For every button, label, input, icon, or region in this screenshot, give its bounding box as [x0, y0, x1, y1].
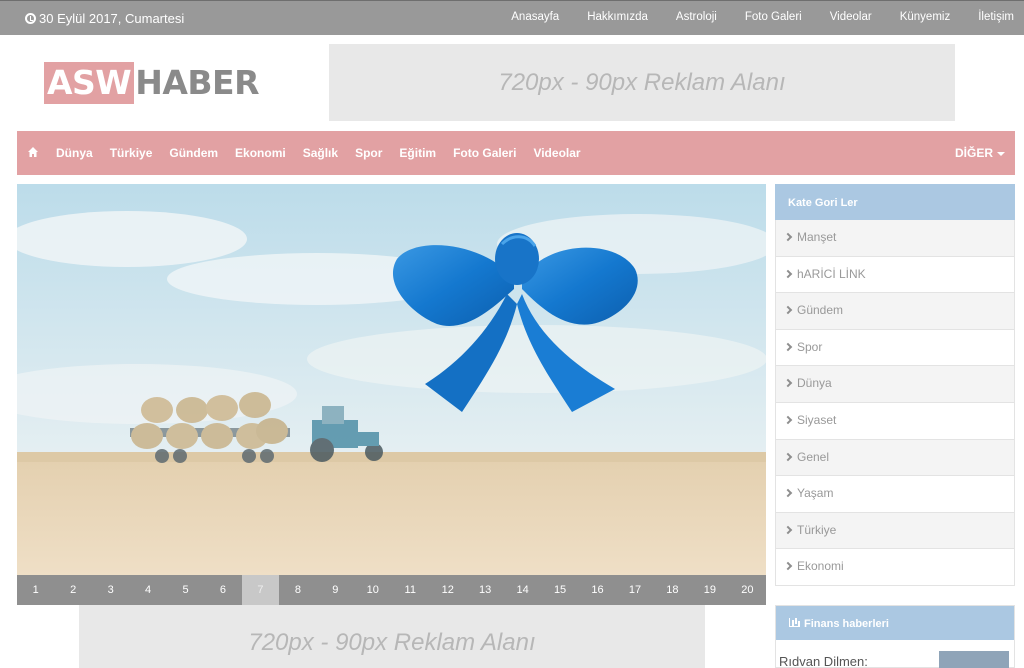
site-logo[interactable]: ASW HABER	[44, 62, 259, 104]
chevron-right-icon	[783, 452, 793, 461]
nav-ekonomi[interactable]: Ekonomi	[235, 146, 286, 160]
finance-news-panel: Finans haberleri Rıdvan Dilmen:	[775, 605, 1015, 668]
category-item[interactable]: Gündem	[775, 293, 1015, 330]
categories-panel: Kate Gori Ler Manşet hARİCİ LİNK Gündem …	[775, 184, 1015, 586]
main-nav-items: Dünya Türkiye Gündem Ekonomi Sağlık Spor…	[56, 146, 598, 160]
ad-banner-bottom[interactable]: 720px - 90px Reklam Alanı	[79, 605, 705, 668]
slider-image[interactable]	[17, 184, 766, 575]
top-bar: 30 Eylül 2017, Cumartesi Anasayfa Hakkım…	[0, 0, 1024, 35]
finance-news-thumbnail[interactable]	[939, 651, 1009, 668]
category-label: Manşet	[797, 230, 837, 244]
nav-egitim[interactable]: Eğitim	[399, 146, 436, 160]
clock-icon	[25, 13, 36, 24]
chevron-right-icon	[783, 342, 793, 352]
category-label: Türkiye	[797, 522, 837, 537]
pager-item[interactable]: 16	[579, 575, 616, 605]
chevron-right-icon	[783, 488, 793, 498]
chevron-right-icon	[783, 379, 793, 388]
category-label: Spor	[797, 339, 823, 354]
bar-chart-icon	[789, 618, 800, 627]
date-text: 30 Eylül 2017, Cumartesi	[39, 11, 185, 26]
category-label: Dünya	[797, 376, 832, 391]
caret-down-icon	[997, 151, 1005, 156]
topnav-hakkimizda[interactable]: Hakkımızda	[587, 11, 648, 23]
pager-item[interactable]: 13	[466, 575, 503, 605]
home-icon[interactable]	[27, 146, 39, 158]
pager-item[interactable]: 8	[279, 575, 316, 605]
logo-part-asw: ASW	[44, 62, 135, 104]
topnav-anasayfa[interactable]: Anasayfa	[511, 11, 559, 23]
finance-news-headline[interactable]: Rıdvan Dilmen:	[779, 654, 868, 668]
finance-header: Finans haberleri	[776, 606, 1014, 640]
chevron-right-icon	[783, 562, 793, 571]
pager-item[interactable]: 4	[129, 575, 166, 605]
logo-part-haber: HABER	[135, 63, 259, 102]
nav-dunya[interactable]: Dünya	[56, 146, 93, 160]
date-display: 30 Eylül 2017, Cumartesi	[25, 11, 184, 26]
category-label: hARİCİ LİNK	[797, 266, 866, 281]
pager-item[interactable]: 14	[504, 575, 541, 605]
chevron-right-icon	[783, 232, 793, 242]
pager-item[interactable]: 2	[54, 575, 91, 605]
category-item[interactable]: Manşet	[775, 220, 1015, 257]
category-item[interactable]: Spor	[775, 329, 1015, 367]
topnav-foto-galeri[interactable]: Foto Galeri	[745, 11, 802, 23]
chevron-right-icon	[783, 415, 793, 425]
category-label: Gündem	[797, 303, 844, 318]
finance-title: Finans haberleri	[804, 618, 889, 630]
topnav-astroloji[interactable]: Astroloji	[676, 11, 717, 23]
pager-item[interactable]: 18	[654, 575, 691, 605]
pager-item[interactable]: 19	[691, 575, 728, 605]
main-nav: Dünya Türkiye Gündem Ekonomi Sağlık Spor…	[17, 131, 1015, 175]
category-item[interactable]: Türkiye	[775, 512, 1015, 550]
nav-saglik[interactable]: Sağlık	[303, 146, 338, 160]
pager-item[interactable]: 5	[167, 575, 204, 605]
pager-item[interactable]: 1	[17, 575, 54, 605]
chevron-right-icon	[783, 269, 793, 278]
category-item[interactable]: Siyaset	[775, 402, 1015, 440]
nav-spor[interactable]: Spor	[355, 146, 382, 160]
category-item[interactable]: Dünya	[775, 366, 1015, 403]
pager-item[interactable]: 20	[729, 575, 766, 605]
nav-more-dropdown[interactable]: DİĞER	[955, 146, 1005, 160]
chevron-right-icon	[783, 305, 793, 315]
chevron-right-icon	[783, 525, 793, 534]
pager-item[interactable]: 10	[354, 575, 391, 605]
nav-turkiye[interactable]: Türkiye	[110, 146, 153, 160]
slider-pager: 1 2 3 4 5 6 7 8 9 10 11 12 13 14 15 16 1…	[17, 575, 766, 605]
topnav-iletisim[interactable]: İletişim	[978, 11, 1014, 23]
category-label: Yaşam	[797, 486, 834, 501]
pager-item[interactable]: 9	[317, 575, 354, 605]
headline-slider[interactable]	[17, 184, 766, 575]
pager-item[interactable]: 11	[392, 575, 429, 605]
pager-item[interactable]: 17	[616, 575, 653, 605]
ad-banner-top[interactable]: 720px - 90px Reklam Alanı	[329, 44, 955, 121]
category-item[interactable]: Ekonomi	[775, 549, 1015, 586]
nav-foto-galeri[interactable]: Foto Galeri	[453, 146, 516, 160]
categories-title: Kate Gori Ler	[775, 184, 1015, 220]
nav-gundem[interactable]: Gündem	[169, 146, 218, 160]
category-item[interactable]: Yaşam	[775, 476, 1015, 513]
nav-videolar[interactable]: Videolar	[533, 146, 580, 160]
topnav-kunyemiz[interactable]: Künyemiz	[900, 11, 951, 23]
pager-item[interactable]: 3	[92, 575, 129, 605]
pager-item[interactable]: 15	[541, 575, 578, 605]
nav-more-label: DİĞER	[954, 146, 993, 160]
categories-list: Manşet hARİCİ LİNK Gündem Spor Dünya Siy…	[775, 220, 1015, 586]
pager-item[interactable]: 12	[429, 575, 466, 605]
category-item[interactable]: Genel	[775, 439, 1015, 477]
category-label: Genel	[797, 449, 830, 464]
pager-item[interactable]: 6	[204, 575, 241, 605]
category-label: Ekonomi	[797, 559, 844, 574]
pager-item-active[interactable]: 7	[241, 575, 280, 605]
category-item[interactable]: hARİCİ LİNK	[775, 256, 1015, 294]
top-nav: Anasayfa Hakkımızda Astroloji Foto Galer…	[483, 11, 1014, 23]
category-label: Siyaset	[797, 412, 837, 427]
topnav-videolar[interactable]: Videolar	[830, 11, 872, 23]
